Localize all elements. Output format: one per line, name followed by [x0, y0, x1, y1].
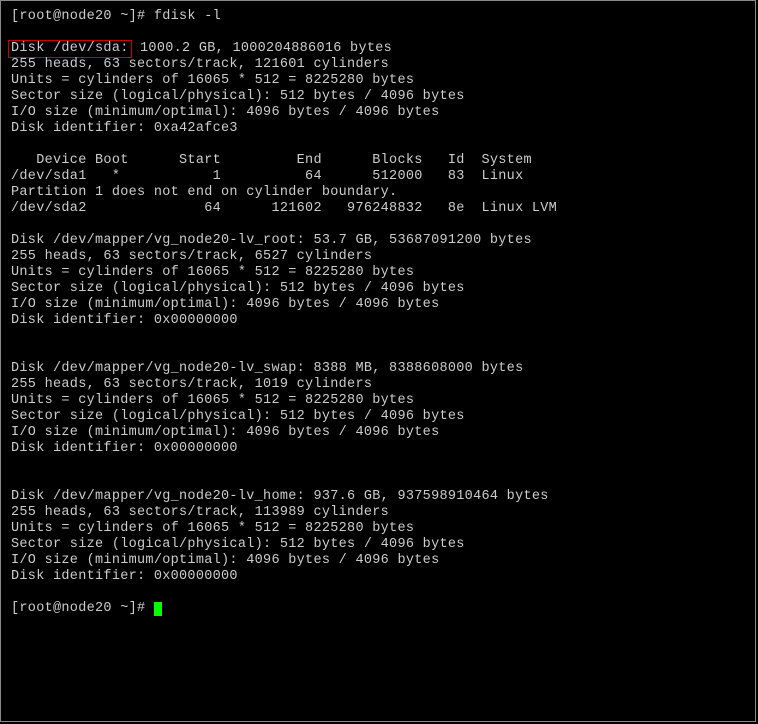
lv-home-sector: Sector size (logical/physical): 512 byte…: [11, 537, 745, 553]
prompt-line-1: [root@node20 ~]# fdisk -l: [11, 9, 745, 25]
partition-row-sda2: /dev/sda2 64 121602 976248832 8e Linux L…: [11, 201, 745, 217]
blank-line: [11, 457, 745, 473]
lv-swap-title: Disk /dev/mapper/vg_node20-lv_swap: 8388…: [11, 361, 745, 377]
disk-sda-title: Disk /dev/sda: 1000.2 GB, 1000204886016 …: [11, 41, 745, 57]
lv-root-io: I/O size (minimum/optimal): 4096 bytes /…: [11, 297, 745, 313]
terminal-window[interactable]: [root@node20 ~]# fdisk -l Disk /dev/sda:…: [0, 0, 756, 722]
lv-home-heads: 255 heads, 63 sectors/track, 113989 cyli…: [11, 505, 745, 521]
lv-swap-units: Units = cylinders of 16065 * 512 = 82252…: [11, 393, 745, 409]
lv-home-title: Disk /dev/mapper/vg_node20-lv_home: 937.…: [11, 489, 745, 505]
partition-row-sda1: /dev/sda1 * 1 64 512000 83 Linux: [11, 169, 745, 185]
lv-swap-io: I/O size (minimum/optimal): 4096 bytes /…: [11, 425, 745, 441]
disk-sda-io: I/O size (minimum/optimal): 4096 bytes /…: [11, 105, 745, 121]
blank-line: [11, 25, 745, 41]
lv-home-io: I/O size (minimum/optimal): 4096 bytes /…: [11, 553, 745, 569]
lv-home-ident: Disk identifier: 0x00000000: [11, 569, 745, 585]
disk-sda-ident: Disk identifier: 0xa42afce3: [11, 121, 745, 137]
lv-swap-ident: Disk identifier: 0x00000000: [11, 441, 745, 457]
shell-prompt: [root@node20 ~]#: [11, 601, 154, 616]
cursor-icon: [154, 602, 162, 616]
lv-swap-sector: Sector size (logical/physical): 512 byte…: [11, 409, 745, 425]
partition-table-header: Device Boot Start End Blocks Id System: [11, 153, 745, 169]
lv-root-sector: Sector size (logical/physical): 512 byte…: [11, 281, 745, 297]
lv-root-units: Units = cylinders of 16065 * 512 = 82252…: [11, 265, 745, 281]
lv-swap-heads: 255 heads, 63 sectors/track, 1019 cylind…: [11, 377, 745, 393]
lv-root-heads: 255 heads, 63 sectors/track, 6527 cylind…: [11, 249, 745, 265]
shell-prompt: [root@node20 ~]#: [11, 9, 145, 24]
highlighted-disk-path: Disk /dev/sda:: [8, 40, 132, 58]
disk-sda-size: 1000.2 GB, 1000204886016 bytes: [132, 41, 392, 56]
partition-warning: Partition 1 does not end on cylinder bou…: [11, 185, 745, 201]
blank-line: [11, 585, 745, 601]
blank-line: [11, 345, 745, 361]
blank-line: [11, 217, 745, 233]
disk-sda-sector: Sector size (logical/physical): 512 byte…: [11, 89, 745, 105]
disk-sda-units: Units = cylinders of 16065 * 512 = 82252…: [11, 73, 745, 89]
lv-root-ident: Disk identifier: 0x00000000: [11, 313, 745, 329]
disk-sda-heads: 255 heads, 63 sectors/track, 121601 cyli…: [11, 57, 745, 73]
lv-home-units: Units = cylinders of 16065 * 512 = 82252…: [11, 521, 745, 537]
blank-line: [11, 137, 745, 153]
blank-line: [11, 473, 745, 489]
blank-line: [11, 329, 745, 345]
prompt-line-2[interactable]: [root@node20 ~]#: [11, 601, 745, 617]
lv-root-title: Disk /dev/mapper/vg_node20-lv_root: 53.7…: [11, 233, 745, 249]
command-text: fdisk -l: [154, 9, 221, 24]
